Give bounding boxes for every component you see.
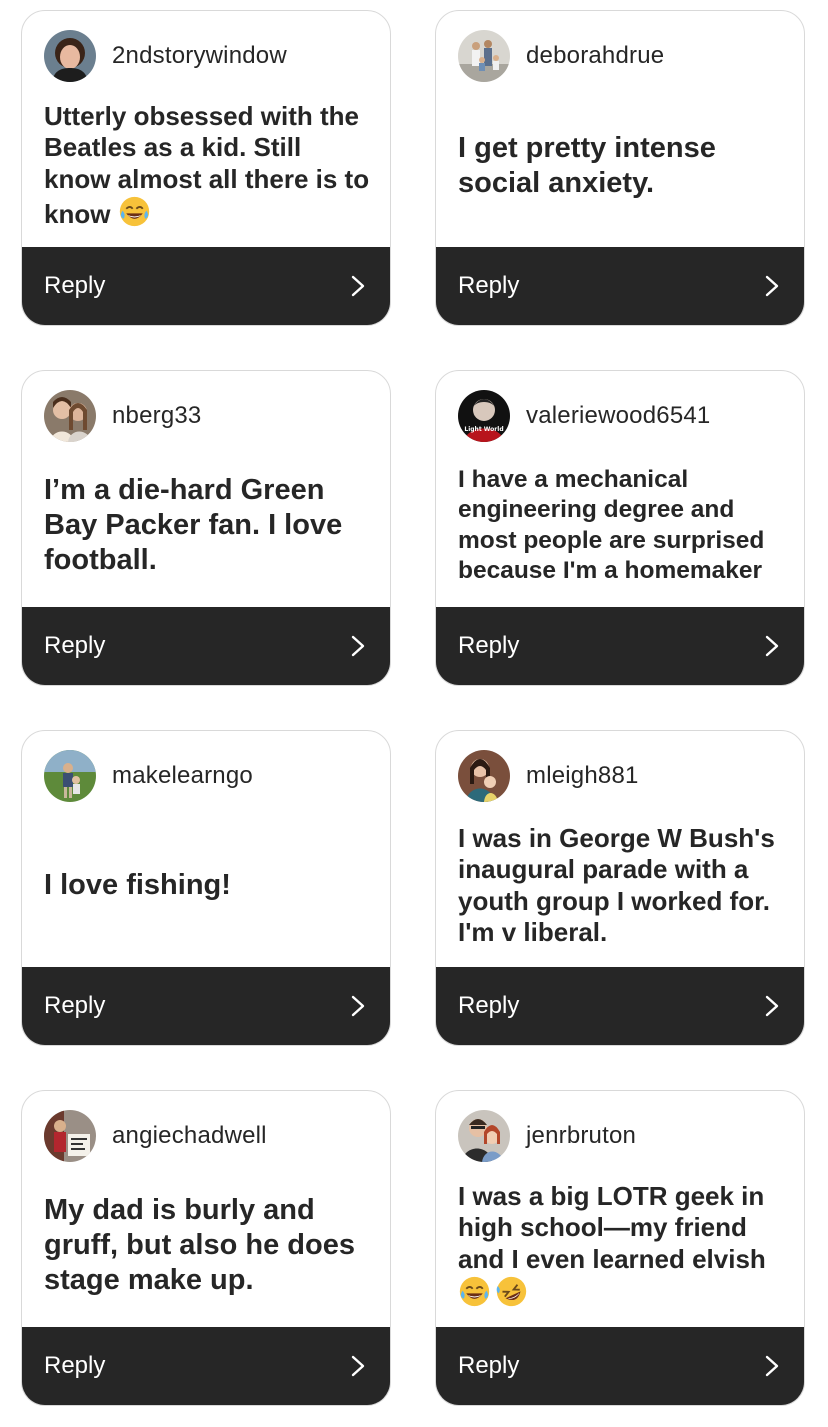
chevron-right-icon bbox=[351, 275, 365, 297]
username[interactable]: jenrbruton bbox=[526, 1122, 636, 1150]
avatar[interactable] bbox=[44, 1110, 96, 1162]
avatar[interactable] bbox=[458, 1110, 510, 1162]
response-author[interactable]: nberg33 bbox=[44, 390, 201, 442]
response-author[interactable]: Light World valeriewood6541 bbox=[458, 390, 710, 442]
response-card[interactable]: 2ndstorywindow Utterly obsessed with the… bbox=[21, 10, 391, 326]
response-author[interactable]: makelearngo bbox=[44, 750, 253, 802]
reply-label: Reply bbox=[44, 272, 106, 299]
username[interactable]: valeriewood6541 bbox=[526, 402, 710, 430]
response-card[interactable]: Light World valeriewood6541 I have a mec… bbox=[435, 370, 805, 686]
avatar[interactable]: Light World bbox=[458, 390, 510, 442]
response-author[interactable]: 2ndstorywindow bbox=[44, 30, 287, 82]
response-card[interactable]: nberg33 I’m a die-hard Green Bay Packer … bbox=[21, 370, 391, 686]
avatar[interactable] bbox=[44, 390, 96, 442]
response-author[interactable]: angiechadwell bbox=[44, 1110, 267, 1162]
response-text: I get pretty intense social anxiety. bbox=[458, 131, 716, 199]
avatar[interactable] bbox=[44, 30, 96, 82]
svg-text:Light World: Light World bbox=[464, 426, 503, 433]
username[interactable]: 2ndstorywindow bbox=[112, 42, 287, 70]
reply-button[interactable]: Reply bbox=[22, 607, 390, 685]
response-text: I have a mechanical engineering degree a… bbox=[458, 465, 765, 585]
chevron-right-icon bbox=[351, 635, 365, 657]
username[interactable]: nberg33 bbox=[112, 402, 201, 430]
response-text: I was a big LOTR geek in high school—my … bbox=[458, 1181, 784, 1311]
reply-button[interactable]: Reply bbox=[22, 1327, 390, 1405]
reply-label: Reply bbox=[458, 272, 520, 299]
response-card[interactable]: angiechadwell My dad is burly and gruff,… bbox=[21, 1090, 391, 1406]
response-author[interactable]: deborahdrue bbox=[458, 30, 664, 82]
username[interactable]: makelearngo bbox=[112, 762, 253, 790]
response-text: I’m a die-hard Green Bay Packer fan. I l… bbox=[44, 474, 343, 576]
reply-label: Reply bbox=[458, 632, 520, 659]
response-card[interactable]: jenrbruton I was a big LOTR geek in high… bbox=[435, 1090, 805, 1406]
avatar[interactable] bbox=[458, 750, 510, 802]
response-text: I was in George W Bush's inaugural parad… bbox=[458, 822, 775, 948]
chevron-right-icon bbox=[351, 1355, 365, 1377]
chevron-right-icon bbox=[765, 275, 779, 297]
response-author[interactable]: mleigh881 bbox=[458, 750, 639, 802]
response-text: My dad is burly and gruff, but also he d… bbox=[44, 1194, 355, 1296]
response-author[interactable]: jenrbruton bbox=[458, 1110, 636, 1162]
username[interactable]: deborahdrue bbox=[526, 42, 664, 70]
username[interactable]: mleigh881 bbox=[526, 762, 639, 790]
chevron-right-icon bbox=[765, 995, 779, 1017]
response-card[interactable]: deborahdrue I get pretty intense social … bbox=[435, 10, 805, 326]
face-with-tears-of-joy-emoji bbox=[119, 196, 149, 227]
response-card[interactable]: mleigh881 I was in George W Bush's inaug… bbox=[435, 730, 805, 1046]
face-with-tears-of-joy-emoji bbox=[459, 1276, 490, 1307]
reply-label: Reply bbox=[44, 1352, 106, 1379]
reply-button[interactable]: Reply bbox=[22, 247, 390, 325]
reply-label: Reply bbox=[458, 992, 520, 1019]
reply-button[interactable]: Reply bbox=[436, 1327, 804, 1405]
reply-label: Reply bbox=[44, 632, 106, 659]
rolling-on-the-floor-laughing-emoji bbox=[496, 1276, 527, 1307]
chevron-right-icon bbox=[765, 1355, 779, 1377]
reply-label: Reply bbox=[44, 992, 106, 1019]
chevron-right-icon bbox=[351, 995, 365, 1017]
avatar[interactable] bbox=[44, 750, 96, 802]
response-text: I love fishing! bbox=[44, 869, 231, 901]
username[interactable]: angiechadwell bbox=[112, 1122, 267, 1150]
reply-button[interactable]: Reply bbox=[22, 967, 390, 1045]
avatar[interactable] bbox=[458, 30, 510, 82]
reply-button[interactable]: Reply bbox=[436, 247, 804, 325]
reply-label: Reply bbox=[458, 1352, 520, 1379]
response-text: Utterly obsessed with the Beatles as a k… bbox=[44, 100, 370, 230]
response-card[interactable]: makelearngo I love fishing! Reply bbox=[21, 730, 391, 1046]
reply-button[interactable]: Reply bbox=[436, 607, 804, 685]
chevron-right-icon bbox=[765, 635, 779, 657]
reply-button[interactable]: Reply bbox=[436, 967, 804, 1045]
question-responses-grid: 2ndstorywindow Utterly obsessed with the… bbox=[0, 0, 828, 1427]
